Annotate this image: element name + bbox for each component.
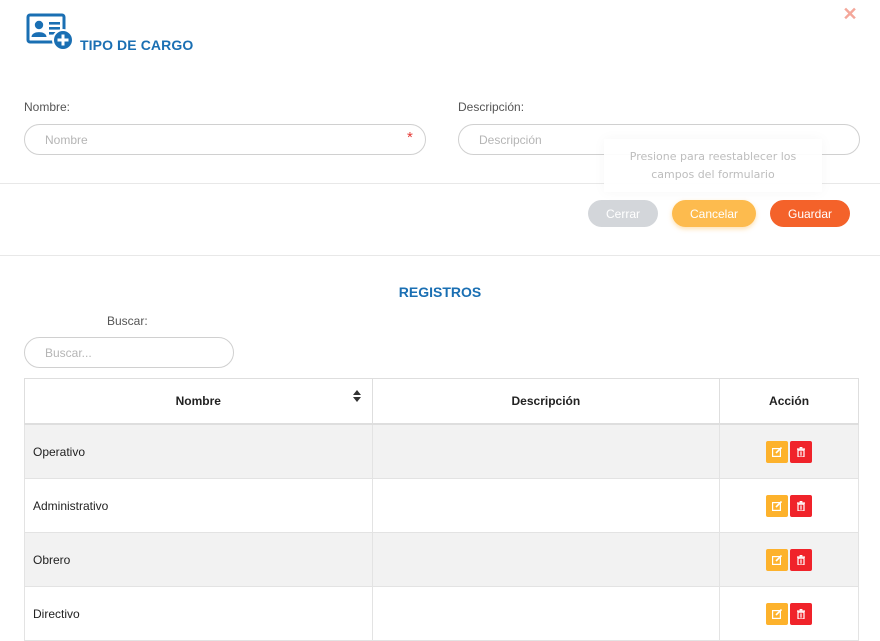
cell-nombre: Directivo xyxy=(24,586,373,641)
registros-title: REGISTROS xyxy=(398,284,482,300)
close-icon[interactable]: ✕ xyxy=(842,4,858,24)
sort-icon[interactable] xyxy=(352,390,361,402)
column-header-nombre[interactable]: Nombre xyxy=(24,378,373,425)
edit-icon xyxy=(772,500,783,511)
tooltip-line-2: campos del formulario xyxy=(651,168,775,181)
delete-button[interactable] xyxy=(790,548,813,571)
descripcion-label: Descripción: xyxy=(458,100,525,114)
user-card-add-icon xyxy=(26,13,74,51)
edit-icon xyxy=(772,554,783,565)
cell-accion xyxy=(719,586,859,641)
cell-descripcion xyxy=(371,478,721,533)
cell-accion xyxy=(719,478,859,533)
delete-button[interactable] xyxy=(790,494,813,517)
nombre-label: Nombre: xyxy=(24,100,71,114)
search-input[interactable] xyxy=(24,337,234,368)
table-row: Obrero xyxy=(24,532,859,587)
records-table: Nombre Descripción Acción Operativo Admi… xyxy=(24,378,859,641)
cell-descripcion xyxy=(371,423,721,479)
reset-tooltip: Presione para reestablecer los campos de… xyxy=(604,139,822,192)
cell-nombre: Obrero xyxy=(24,532,373,587)
column-header-accion: Acción xyxy=(719,378,859,425)
search-label: Buscar: xyxy=(107,314,148,328)
delete-button[interactable] xyxy=(790,440,813,463)
table-row: Operativo xyxy=(24,423,859,479)
column-header-label: Nombre xyxy=(175,394,221,408)
divider xyxy=(0,255,880,256)
edit-button[interactable] xyxy=(766,602,789,625)
trash-icon xyxy=(797,608,806,619)
table-row: Directivo xyxy=(24,586,859,641)
cell-nombre: Operativo xyxy=(24,423,373,479)
trash-icon xyxy=(797,554,806,565)
cell-accion xyxy=(719,532,859,587)
table-row: Administrativo xyxy=(24,478,859,533)
cerrar-button[interactable]: Cerrar xyxy=(588,200,658,227)
tooltip-line-1: Presione para reestablecer los xyxy=(629,150,797,163)
delete-button[interactable] xyxy=(790,602,813,625)
modal-title: TIPO DE CARGO xyxy=(80,37,194,53)
table-header-row: Nombre Descripción Acción xyxy=(24,378,859,425)
guardar-button[interactable]: Guardar xyxy=(770,200,850,227)
column-header-label: Descripción xyxy=(511,394,581,408)
cell-descripcion xyxy=(371,532,721,587)
column-header-descripcion[interactable]: Descripción xyxy=(371,378,721,425)
edit-icon xyxy=(772,446,783,457)
edit-button[interactable] xyxy=(766,494,789,517)
cell-descripcion xyxy=(371,586,721,641)
edit-button[interactable] xyxy=(766,440,789,463)
cell-nombre: Administrativo xyxy=(24,478,373,533)
cancelar-button[interactable]: Cancelar xyxy=(672,200,756,227)
edit-button[interactable] xyxy=(766,548,789,571)
trash-icon xyxy=(797,500,806,511)
cell-accion xyxy=(719,423,859,479)
trash-icon xyxy=(797,446,806,457)
column-header-label: Acción xyxy=(769,394,810,408)
required-mark: * xyxy=(407,129,413,146)
edit-icon xyxy=(772,608,783,619)
nombre-input[interactable] xyxy=(24,124,426,155)
